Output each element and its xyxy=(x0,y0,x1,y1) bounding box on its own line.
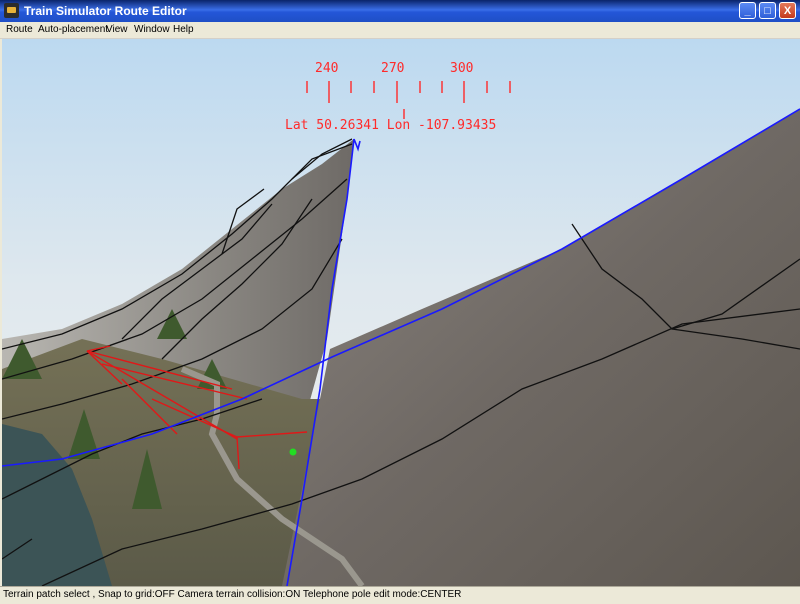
close-button[interactable]: X xyxy=(779,2,796,19)
3d-viewport[interactable]: 240 270 300 Lat 50.26341 Lon -107.93435 xyxy=(2,39,800,586)
menu-bar: Route Auto-placement View Window Help xyxy=(0,22,800,39)
selection-marker[interactable] xyxy=(289,448,297,456)
menu-window[interactable]: Window xyxy=(134,24,170,35)
coordinate-readout: Lat 50.26341 Lon -107.93435 xyxy=(285,118,496,133)
status-bar: Terrain patch select , Snap to grid:OFF … xyxy=(0,586,800,604)
compass-label-240: 240 xyxy=(315,61,338,76)
compass-label-300: 300 xyxy=(450,61,473,76)
menu-auto-placement[interactable]: Auto-placement xyxy=(38,24,108,35)
menu-route[interactable]: Route xyxy=(6,24,33,35)
title-bar[interactable]: Train Simulator Route Editor _ □ X xyxy=(0,0,800,22)
menu-view[interactable]: View xyxy=(106,24,128,35)
window-title: Train Simulator Route Editor xyxy=(24,4,187,18)
compass-label-270: 270 xyxy=(381,61,404,76)
minimize-button[interactable]: _ xyxy=(739,2,756,19)
menu-help[interactable]: Help xyxy=(173,24,194,35)
app-icon[interactable] xyxy=(4,3,19,18)
maximize-button[interactable]: □ xyxy=(759,2,776,19)
status-text: Terrain patch select , Snap to grid:OFF … xyxy=(3,589,462,600)
terrain-view: 240 270 300 Lat 50.26341 Lon -107.93435 xyxy=(2,39,800,586)
